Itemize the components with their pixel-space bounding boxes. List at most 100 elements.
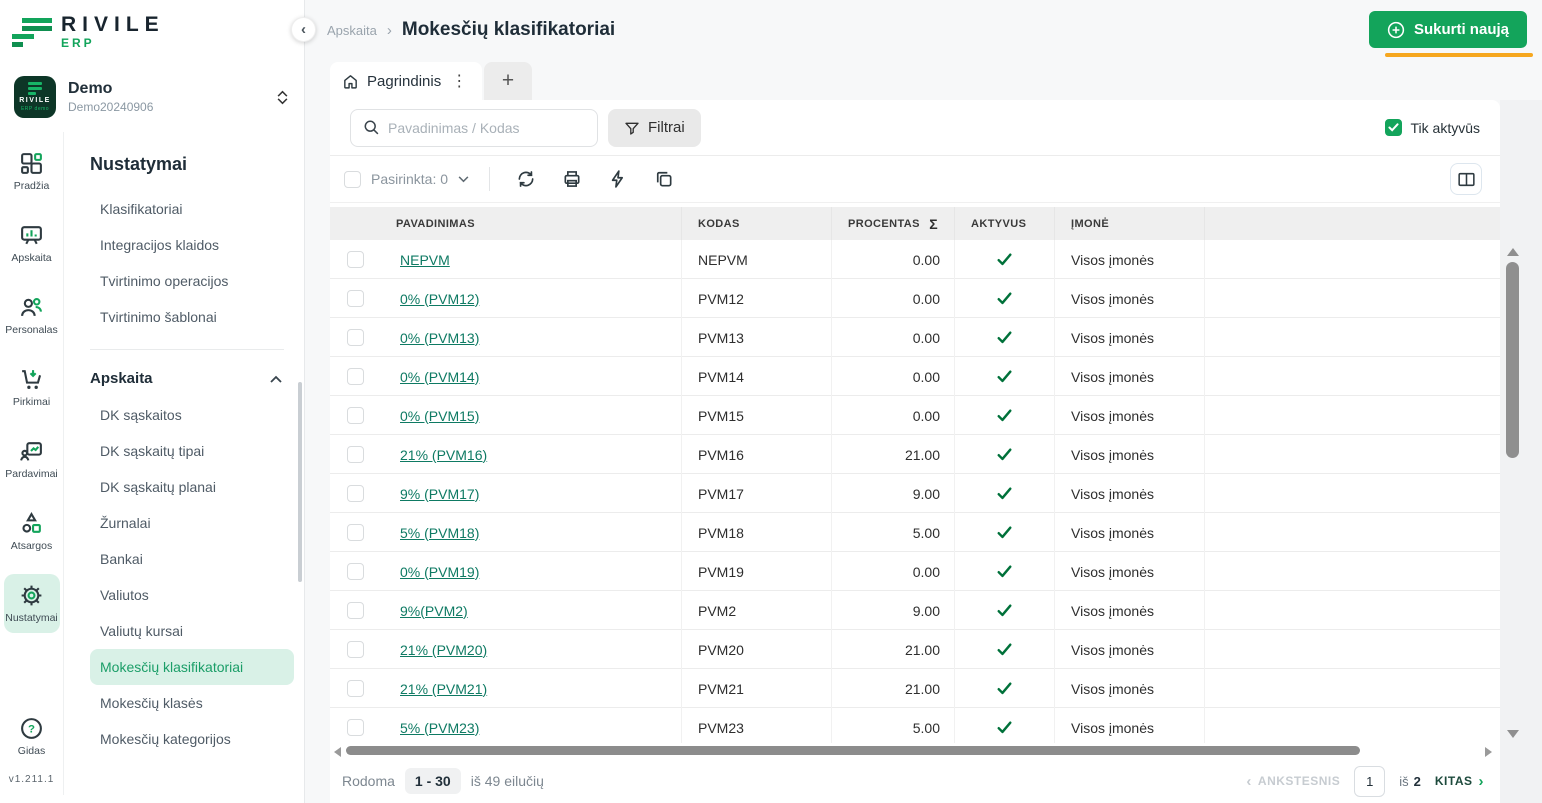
row-checkbox[interactable]: [347, 563, 364, 580]
column-header-aktyvus[interactable]: AKTYVUS: [955, 207, 1055, 240]
row-name-link[interactable]: 5% (PVM23): [400, 720, 479, 736]
row-name-link[interactable]: 9% (PVM17): [400, 486, 479, 502]
sidebar-menu-item[interactable]: Mokesčių kategorijos: [90, 721, 294, 757]
column-header-procentas[interactable]: PROCENTAS Σ: [832, 207, 955, 240]
rail-item-pradzia[interactable]: Pradžia: [4, 142, 60, 201]
vertical-scroll-thumb[interactable]: [1506, 262, 1519, 458]
rail-item-personalas[interactable]: Personalas: [4, 286, 60, 345]
chevron-up-icon[interactable]: [270, 375, 282, 383]
row-checkbox[interactable]: [347, 329, 364, 346]
rail-item-atsargos[interactable]: Atsargos: [4, 502, 60, 561]
search-input[interactable]: [388, 120, 585, 136]
scroll-left-icon[interactable]: [334, 747, 341, 757]
row-checkbox[interactable]: [347, 602, 364, 619]
scroll-right-icon[interactable]: [1485, 747, 1492, 757]
table-footer: Rodoma 1 - 30 iš 49 eilučių ‹ ANKSTESNIS…: [330, 759, 1500, 803]
sidebar-menu-item[interactable]: Bankai: [90, 541, 294, 577]
sidebar-menu-item[interactable]: Klasifikatoriai: [90, 191, 294, 227]
sidebar-menu-item[interactable]: DK sąskaitos: [90, 397, 294, 433]
sidebar-menu-item[interactable]: Valiutos: [90, 577, 294, 613]
sidebar-scrollbar[interactable]: [298, 382, 302, 582]
menu-section-header[interactable]: Apskaita: [90, 362, 294, 397]
sidebar-menu-item[interactable]: DK sąskaitų planai: [90, 469, 294, 505]
vertical-scrollbar[interactable]: [1506, 246, 1520, 740]
row-name-link[interactable]: 21% (PVM20): [400, 642, 487, 658]
row-name-link[interactable]: 0% (PVM14): [400, 369, 479, 385]
sidebar-menu-item[interactable]: Mokesčių klasės: [90, 685, 294, 721]
print-button[interactable]: [560, 167, 584, 191]
row-name-link[interactable]: 0% (PVM13): [400, 330, 479, 346]
actions-button[interactable]: [606, 167, 630, 191]
page-header: Apskaita › Mokesčių klasifikatoriai Suku…: [305, 0, 1542, 62]
add-tab-button[interactable]: +: [484, 62, 532, 100]
column-header-kodas[interactable]: KODAS: [682, 207, 832, 240]
row-name-link[interactable]: 0% (PVM19): [400, 564, 479, 580]
row-name-link[interactable]: 21% (PVM16): [400, 447, 487, 463]
tab-pagrindinis[interactable]: Pagrindinis ⋮: [330, 62, 482, 100]
sidebar-menu-item[interactable]: Valiutų kursai: [90, 613, 294, 649]
active-check-icon: [996, 681, 1013, 696]
active-only-label: Tik aktyvūs: [1411, 120, 1481, 136]
column-settings-button[interactable]: [1450, 163, 1482, 195]
breadcrumb-parent[interactable]: Apskaita: [327, 23, 377, 38]
row-checkbox[interactable]: [347, 407, 364, 424]
rail-item-pardavimai[interactable]: Pardavimai: [4, 430, 60, 489]
sidebar-menu-item[interactable]: DK sąskaitų tipai: [90, 433, 294, 469]
row-name-link[interactable]: 0% (PVM15): [400, 408, 479, 424]
filters-button[interactable]: Filtrai: [608, 109, 701, 147]
row-company: Visos įmonės: [1071, 642, 1154, 658]
sidebar-menu-item[interactable]: Žurnalai: [90, 505, 294, 541]
row-name-link[interactable]: NEPVM: [400, 252, 450, 268]
rail-item-gidas[interactable]: ? Gidas: [4, 707, 60, 766]
sidebar-menu-item[interactable]: Mokesčių klasifikatoriai: [90, 649, 294, 685]
scroll-up-icon[interactable]: [1507, 248, 1519, 256]
company-selector[interactable]: RIVILE ERP demo Demo Demo20240906: [0, 64, 304, 132]
row-checkbox[interactable]: [347, 524, 364, 541]
row-name-link[interactable]: 0% (PVM12): [400, 291, 479, 307]
row-name-link[interactable]: 9%(PVM2): [400, 603, 468, 619]
horizontal-scrollbar[interactable]: [332, 744, 1498, 759]
sidebar-menu-item[interactable]: Integracijos klaidos: [90, 227, 294, 263]
row-checkbox[interactable]: [347, 485, 364, 502]
rail-item-apskaita[interactable]: Apskaita: [4, 214, 60, 273]
column-header-imone[interactable]: ĮMONĖ: [1055, 207, 1205, 240]
row-checkbox[interactable]: [347, 368, 364, 385]
row-percent: 5.00: [913, 525, 940, 541]
row-percent: 21.00: [905, 447, 940, 463]
row-checkbox[interactable]: [347, 680, 364, 697]
horizontal-scroll-thumb[interactable]: [346, 746, 1360, 755]
rail-item-nustatymai[interactable]: Nustatymai: [4, 574, 60, 633]
row-checkbox[interactable]: [347, 719, 364, 736]
sidebar-collapse-button[interactable]: ‹: [291, 17, 316, 42]
previous-page-button[interactable]: ‹ ANKSTESNIS: [1246, 773, 1340, 790]
rows-range-badge[interactable]: 1 - 30: [405, 768, 461, 794]
active-only-checkbox[interactable]: [1385, 119, 1402, 136]
copy-button[interactable]: [652, 167, 676, 191]
create-new-button[interactable]: Sukurti naują: [1369, 11, 1527, 48]
selected-dropdown[interactable]: Pasirinkta: 0: [371, 171, 469, 187]
next-page-button[interactable]: KITAS ›: [1435, 773, 1484, 790]
row-code: PVM13: [698, 330, 744, 346]
sidebar-menu-item[interactable]: Tvirtinimo operacijos: [90, 263, 294, 299]
row-checkbox[interactable]: [347, 251, 364, 268]
row-name-link[interactable]: 5% (PVM18): [400, 525, 479, 541]
row-code: PVM19: [698, 564, 744, 580]
tab-menu-icon[interactable]: ⋮: [449, 71, 469, 91]
current-page-input[interactable]: 1: [1354, 766, 1385, 797]
rail-item-pirkimai[interactable]: Pirkimai: [4, 358, 60, 417]
sidebar-menu-item[interactable]: Tvirtinimo šablonai: [90, 299, 294, 335]
row-percent: 21.00: [905, 681, 940, 697]
row-checkbox[interactable]: [347, 446, 364, 463]
row-company: Visos įmonės: [1071, 252, 1154, 268]
row-code: PVM14: [698, 369, 744, 385]
scroll-down-icon[interactable]: [1507, 730, 1519, 738]
sum-sigma-icon[interactable]: Σ: [929, 216, 938, 232]
row-name-link[interactable]: 21% (PVM21): [400, 681, 487, 697]
select-all-checkbox[interactable]: [344, 171, 361, 188]
row-checkbox[interactable]: [347, 641, 364, 658]
row-checkbox[interactable]: [347, 290, 364, 307]
refresh-button[interactable]: [514, 167, 538, 191]
company-switch-icon[interactable]: [277, 90, 288, 105]
column-header-pavadinimas[interactable]: PAVADINIMAS: [380, 207, 682, 240]
active-only-toggle[interactable]: Tik aktyvūs: [1385, 119, 1481, 136]
